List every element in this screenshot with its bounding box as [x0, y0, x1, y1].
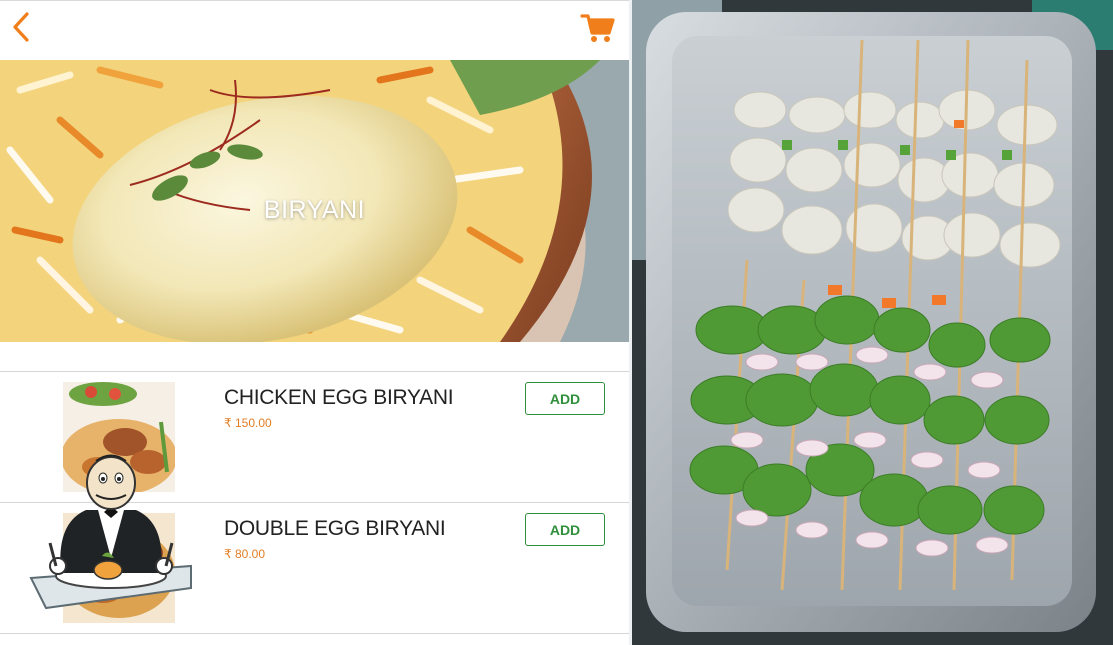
item-price: ₹ 150.00: [224, 416, 272, 430]
cart-icon: [580, 14, 615, 42]
category-title: BIRYANI: [263, 196, 366, 224]
add-button[interactable]: ADD: [525, 513, 605, 546]
top-bar: [0, 0, 629, 59]
add-button[interactable]: ADD: [525, 382, 605, 415]
cart-button[interactable]: [580, 11, 616, 45]
item-price: ₹ 80.00: [224, 547, 265, 561]
chef-mascot-watermark: [26, 448, 196, 623]
item-name: CHICKEN EGG BIRYANI: [224, 386, 454, 409]
chevron-left-icon: [13, 12, 29, 42]
item-name: DOUBLE EGG BIRYANI: [224, 517, 446, 540]
back-button[interactable]: [8, 9, 36, 45]
kebab-tray-photo: [632, 0, 1113, 645]
menu-app-screen: BIRYANI CHICKEN EGG BIRYANI ₹ 150.00 ADD…: [0, 0, 629, 645]
hero-title-overlay: BIRYANI: [0, 60, 629, 342]
list-divider: [0, 633, 629, 634]
collage-root: BIRYANI CHICKEN EGG BIRYANI ₹ 150.00 ADD…: [0, 0, 1113, 645]
